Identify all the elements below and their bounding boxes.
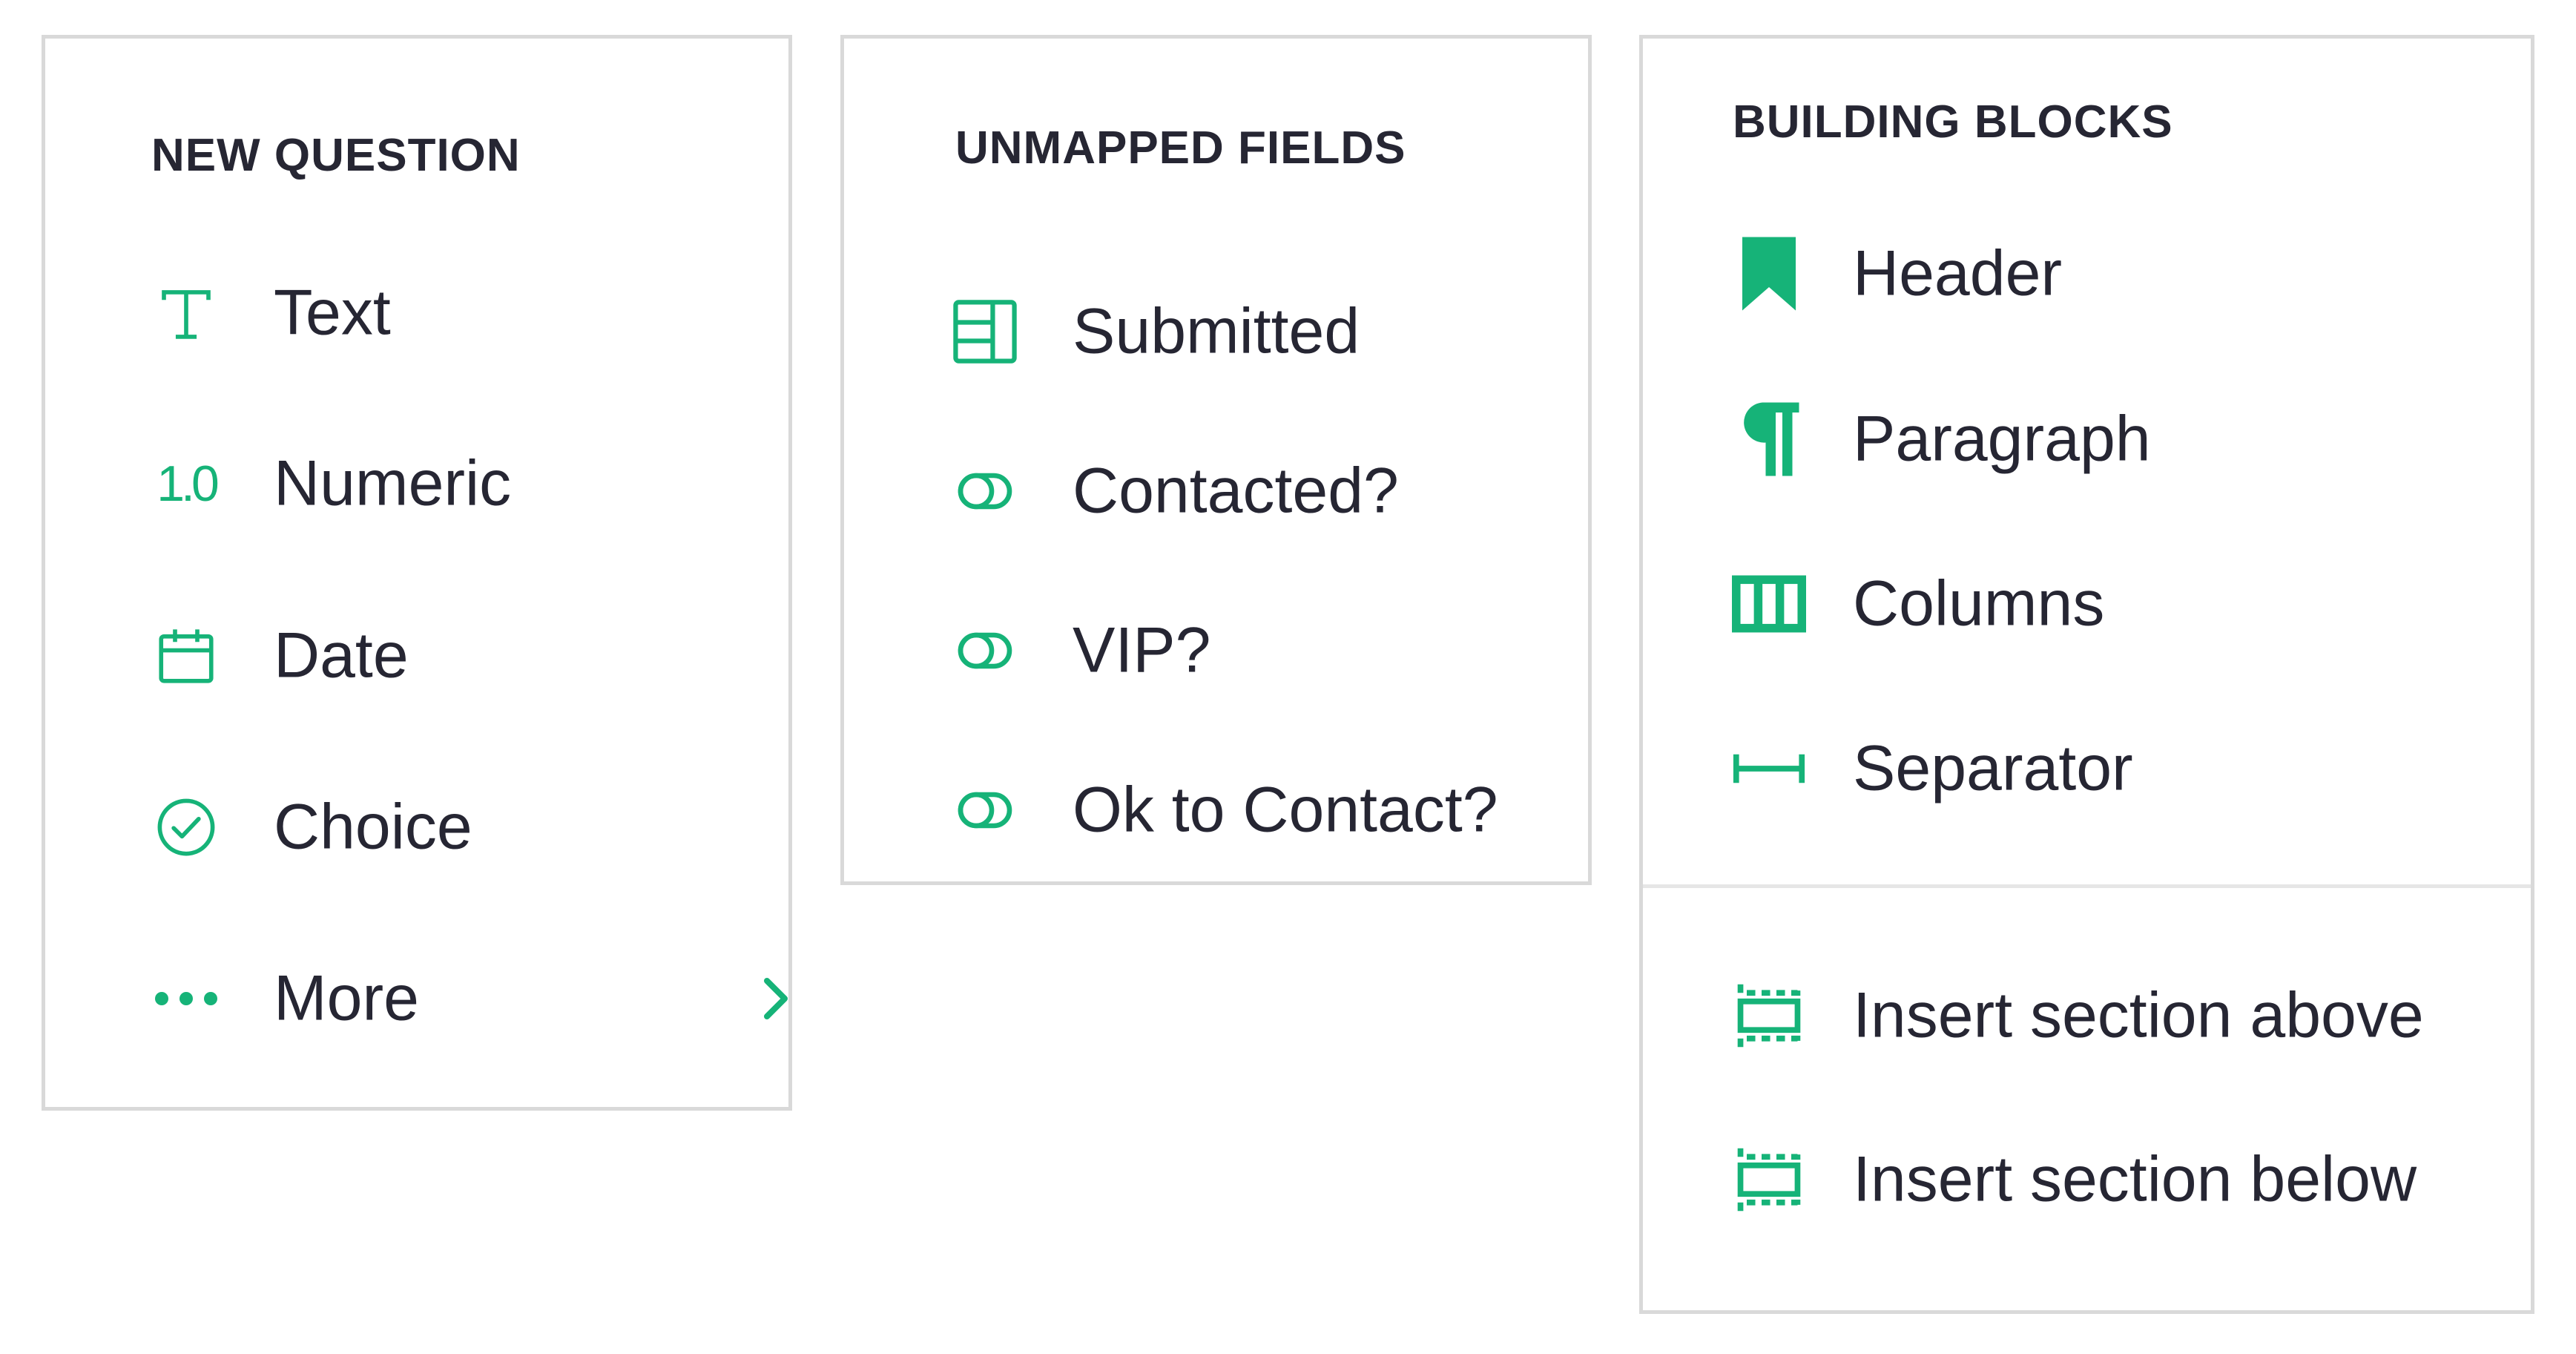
block-item-label: Columns bbox=[1853, 568, 2105, 640]
panel-heading: NEW QUESTION bbox=[151, 130, 521, 181]
menu-item-more[interactable]: More bbox=[149, 947, 788, 1051]
block-item-insert-section-below[interactable]: Insert section below bbox=[1732, 1128, 2496, 1232]
block-item-columns[interactable]: Columns bbox=[1732, 552, 2496, 656]
menu-item-choice[interactable]: Choice bbox=[149, 775, 772, 879]
toggle-icon bbox=[948, 773, 1022, 847]
menu-item-text[interactable]: Text bbox=[149, 261, 772, 365]
field-item-submitted[interactable]: Submitted bbox=[948, 280, 1571, 384]
field-item-vip[interactable]: VIP? bbox=[948, 599, 1571, 703]
field-item-label: Submitted bbox=[1073, 295, 1360, 367]
numeric-icon: 1.0 bbox=[157, 456, 220, 512]
menu-item-label: Text bbox=[274, 277, 391, 349]
block-item-label: Paragraph bbox=[1853, 403, 2151, 475]
section-divider bbox=[1643, 884, 2531, 888]
separator-icon bbox=[1732, 732, 1806, 806]
insert-section-below-icon bbox=[1732, 1143, 1806, 1217]
block-item-label: Separator bbox=[1853, 732, 2133, 804]
building-blocks-panel: BUILDING BLOCKS Header Paragraph Columns bbox=[1639, 35, 2534, 1314]
field-item-ok-to-contact[interactable]: Ok to Contact? bbox=[948, 758, 1571, 862]
block-item-paragraph[interactable]: Paragraph bbox=[1732, 387, 2496, 491]
table-icon bbox=[948, 295, 1022, 369]
block-item-label: Header bbox=[1853, 237, 2063, 309]
toggle-icon bbox=[948, 454, 1022, 528]
block-item-label: Insert section above bbox=[1853, 979, 2424, 1051]
panel-heading: UNMAPPED FIELDS bbox=[955, 122, 1406, 174]
new-question-panel: NEW QUESTION Text 1.0 Numeric Date Choic… bbox=[42, 35, 792, 1111]
pilcrow-icon bbox=[1732, 402, 1806, 476]
field-item-label: VIP? bbox=[1073, 614, 1211, 686]
bookmark-icon bbox=[1732, 237, 1806, 311]
field-item-contacted[interactable]: Contacted? bbox=[948, 439, 1571, 543]
menu-item-label: Choice bbox=[274, 791, 472, 863]
dots-icon bbox=[149, 962, 223, 1036]
check-circle-icon bbox=[149, 790, 223, 864]
calendar-icon bbox=[149, 619, 223, 693]
menu-item-label: Numeric bbox=[274, 447, 512, 519]
columns-icon bbox=[1732, 567, 1806, 641]
menu-item-label: More bbox=[274, 962, 419, 1034]
block-item-separator[interactable]: Separator bbox=[1732, 717, 2496, 821]
toggle-icon bbox=[948, 614, 1022, 688]
text-icon bbox=[149, 276, 223, 350]
field-item-label: Ok to Contact? bbox=[1073, 774, 1498, 846]
panel-heading: BUILDING BLOCKS bbox=[1733, 96, 2173, 148]
block-item-header[interactable]: Header bbox=[1732, 222, 2496, 326]
block-item-insert-section-above[interactable]: Insert section above bbox=[1732, 964, 2496, 1068]
block-item-label: Insert section below bbox=[1853, 1143, 2417, 1215]
chevron-right-icon bbox=[754, 969, 798, 1028]
insert-section-above-icon bbox=[1732, 979, 1806, 1053]
menu-item-date[interactable]: Date bbox=[149, 604, 772, 708]
unmapped-fields-panel: UNMAPPED FIELDS Submitted Contacted? VIP… bbox=[840, 35, 1592, 885]
field-item-label: Contacted? bbox=[1073, 455, 1399, 527]
menu-item-numeric[interactable]: 1.0 Numeric bbox=[149, 432, 772, 536]
menu-item-label: Date bbox=[274, 620, 409, 691]
